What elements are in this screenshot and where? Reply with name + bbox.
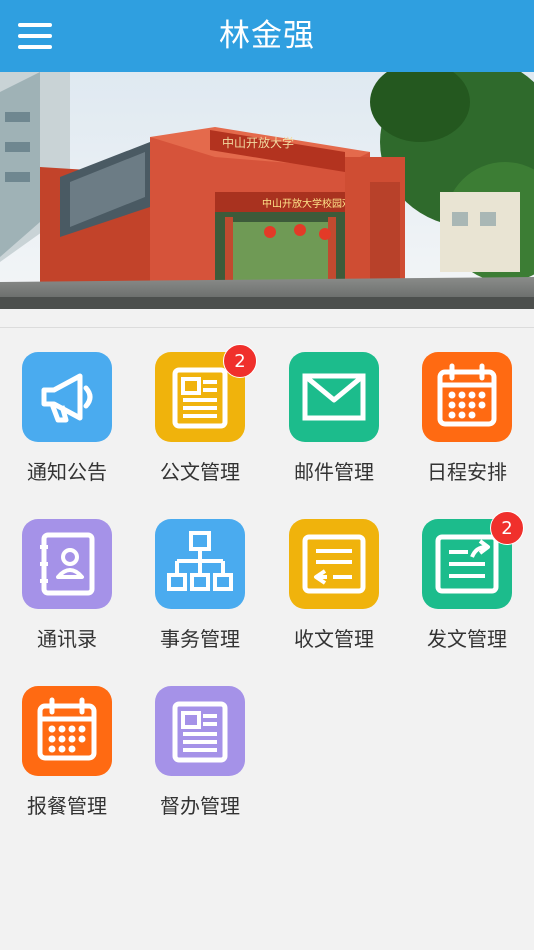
app-tile-label: 通知公告 — [27, 460, 107, 484]
app-tile-label: 邮件管理 — [294, 460, 374, 484]
app-tile-label: 收文管理 — [294, 627, 374, 651]
app-tile[interactable]: 报餐管理 — [7, 686, 127, 846]
org-chart-icon[interactable] — [155, 519, 245, 609]
app-tile-label: 报餐管理 — [27, 794, 107, 818]
notification-badge: 2 — [490, 511, 524, 545]
calendar-icon[interactable] — [22, 686, 112, 776]
app-tile[interactable]: 事务管理 — [140, 519, 260, 679]
notification-badge: 2 — [223, 344, 257, 378]
section-divider — [0, 327, 534, 328]
campus-banner-image[interactable]: 中山开放大学 中山开放大学校园欢迎 — [0, 72, 534, 309]
app-tile[interactable]: 收文管理 — [274, 519, 394, 679]
app-tile[interactable]: 2 发文管理 — [407, 511, 527, 679]
calendar-icon[interactable] — [422, 352, 512, 442]
app-tile-label: 发文管理 — [427, 627, 507, 651]
app-tile-label: 公文管理 — [160, 460, 240, 484]
contacts-book-icon[interactable] — [22, 519, 112, 609]
app-tile-label: 事务管理 — [160, 627, 240, 651]
top-bar: 林金强 — [0, 0, 534, 72]
app-tile[interactable]: 日程安排 — [407, 352, 527, 512]
app-tile-label: 通讯录 — [37, 627, 97, 651]
app-tile[interactable]: 邮件管理 — [274, 352, 394, 512]
app-tile-label: 日程安排 — [427, 460, 507, 484]
page-title: 林金强 — [219, 18, 315, 54]
gate-signboard-text: 中山开放大学 — [222, 135, 294, 150]
app-tile-label: 督办管理 — [160, 794, 240, 818]
inbox-document-icon[interactable] — [289, 519, 379, 609]
mail-icon[interactable] — [289, 352, 379, 442]
document-icon[interactable] — [155, 686, 245, 776]
app-tile[interactable]: 通知公告 — [7, 352, 127, 512]
megaphone-icon[interactable] — [22, 352, 112, 442]
app-tile[interactable]: 2 公文管理 — [140, 344, 260, 512]
app-tile[interactable]: 通讯录 — [7, 519, 127, 679]
app-tile[interactable]: 督办管理 — [140, 686, 260, 846]
